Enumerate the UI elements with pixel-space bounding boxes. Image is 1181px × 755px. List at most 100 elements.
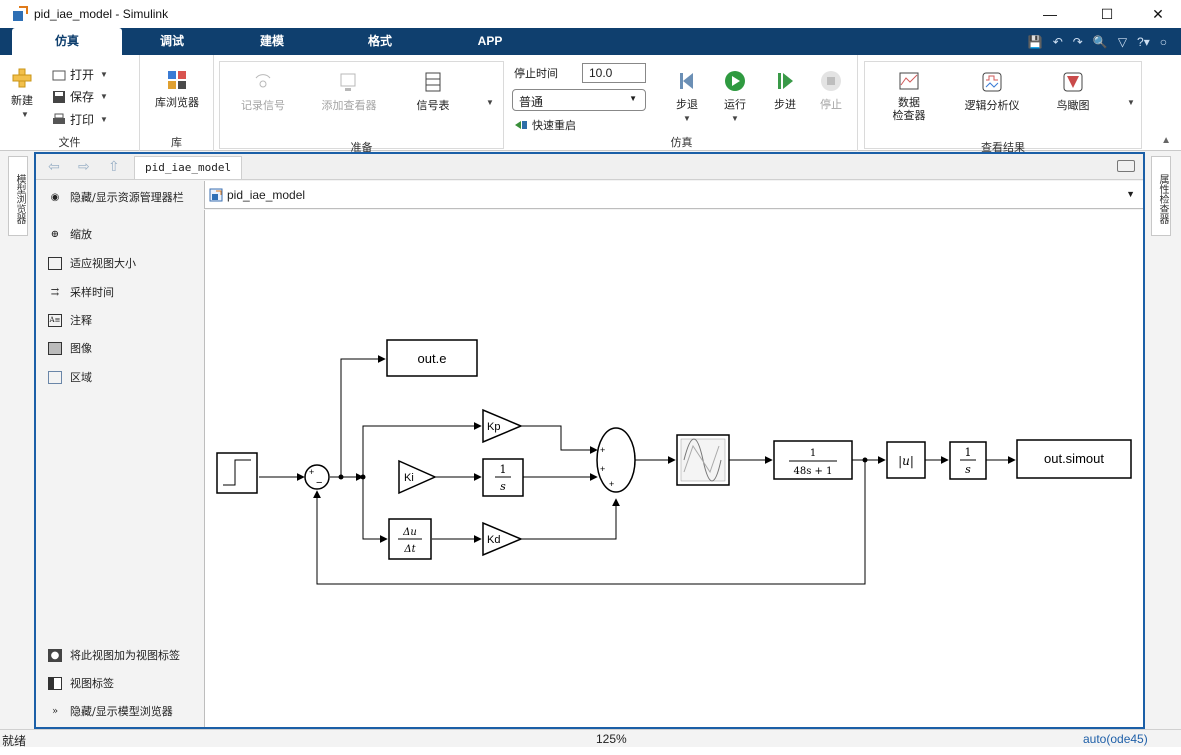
- tab-modeling[interactable]: 建模: [222, 28, 322, 55]
- window-title: pid_iae_model - Simulink: [34, 7, 169, 21]
- library-group: 库浏览器 库: [140, 55, 214, 151]
- redo-icon[interactable]: ↷: [1073, 35, 1083, 49]
- diagram-canvas[interactable]: + − out.e Kp Ki 1 s Δu Δt Kd + + + 1 48s…: [204, 210, 1143, 727]
- solver-status[interactable]: auto(ode45): [1083, 732, 1148, 746]
- model-tab[interactable]: pid_iae_model: [134, 156, 243, 179]
- sum2-sign-2: +: [600, 464, 605, 474]
- tab-format[interactable]: 格式: [330, 28, 430, 55]
- toggle-explorer-bar[interactable]: ◉ 隐藏/显示资源管理器栏: [48, 189, 184, 205]
- area-tool[interactable]: 区域: [48, 369, 92, 385]
- tab-apps[interactable]: APP: [440, 28, 540, 55]
- step-back-icon: [680, 73, 693, 89]
- signal-shaping-block[interactable]: [676, 434, 730, 486]
- fit-to-view-tool[interactable]: 适应视图大小: [48, 255, 136, 271]
- ki-gain-block[interactable]: Ki: [398, 459, 437, 495]
- abs-label: |u|: [898, 454, 914, 468]
- maximize-button[interactable]: ☐: [1084, 0, 1130, 28]
- stop-button[interactable]: 停止: [816, 69, 846, 112]
- up-arrow-icon[interactable]: ⇧: [108, 158, 120, 175]
- abs-block[interactable]: |u|: [886, 441, 926, 479]
- birds-eye-icon: [1063, 72, 1083, 92]
- library-browser-icon: [168, 71, 186, 89]
- back-arrow-icon[interactable]: ⇦: [48, 158, 60, 175]
- signal-table-button[interactable]: 信号表: [408, 70, 458, 113]
- path-dropdown-icon[interactable]: ▼: [1126, 189, 1135, 199]
- property-inspector-strip[interactable]: 属性检查器: [1151, 156, 1171, 236]
- simulation-mode-select[interactable]: 普通 ▼: [512, 89, 646, 111]
- tab-simulation[interactable]: 仿真: [12, 28, 122, 55]
- integrator-block-2[interactable]: 1 s: [949, 441, 987, 480]
- zoom-tool[interactable]: ⊕ 缩放: [48, 226, 92, 242]
- logic-analyzer-button[interactable]: 逻辑分析仪: [957, 70, 1027, 113]
- out-simout-block[interactable]: out.simout: [1016, 439, 1132, 479]
- step-block[interactable]: [216, 452, 258, 494]
- kp-gain-block[interactable]: Kp: [482, 408, 523, 444]
- sum-block-pid[interactable]: + + +: [596, 427, 636, 493]
- birds-eye-button[interactable]: 鸟瞰图: [1045, 70, 1101, 113]
- close-button[interactable]: ✕: [1135, 0, 1181, 28]
- view-marks-icon: [48, 676, 62, 690]
- keyboard-icon[interactable]: [1117, 160, 1135, 172]
- open-button[interactable]: 打开 ▼: [52, 66, 108, 83]
- run-icon: [725, 71, 745, 91]
- new-button[interactable]: 新建 ▼: [6, 67, 38, 120]
- out-simout-label: out.simout: [1044, 451, 1104, 466]
- tab-debug[interactable]: 调试: [122, 28, 222, 55]
- toggle-model-browser-button[interactable]: » 隐藏/显示模型浏览器: [48, 703, 173, 719]
- minimize-button[interactable]: —: [1027, 0, 1073, 28]
- library-group-label: 库: [171, 137, 182, 149]
- undo-icon[interactable]: ↶: [1053, 35, 1063, 49]
- title-bar: pid_iae_model - Simulink — ☐ ✕: [0, 0, 1181, 28]
- help-icon[interactable]: ?▾: [1137, 35, 1150, 49]
- logic-analyzer-icon: [982, 72, 1002, 92]
- prepare-expand-button[interactable]: ▼: [482, 96, 498, 108]
- record-signal-button[interactable]: 记录信号: [234, 70, 292, 113]
- model-path-bar[interactable]: pid_iae_model ▼: [204, 181, 1143, 209]
- model-browser-strip[interactable]: 模型浏览器: [8, 156, 28, 236]
- kd-gain-block[interactable]: Kd: [482, 521, 523, 557]
- sample-time-tool[interactable]: ⇉ 采样时间: [48, 284, 114, 300]
- annotation-tool[interactable]: A≡ 注释: [48, 312, 92, 328]
- ribbon: 新建▼ 打开▼ 保存▼ 打印▼ 文件 库浏览器 库 记录信号 添加查看器: [0, 55, 1181, 154]
- collapse-ribbon-icon[interactable]: ▲: [1161, 135, 1171, 146]
- model-path: pid_iae_model: [227, 188, 306, 202]
- stop-time-label: 停止时间: [514, 68, 558, 80]
- kp-label: Kp: [487, 421, 500, 433]
- zoom-level: 125%: [596, 732, 627, 746]
- printer-icon: [53, 113, 65, 124]
- add-viewer-button[interactable]: 添加查看器: [316, 70, 382, 113]
- simulink-app-icon: [12, 6, 28, 22]
- derivative-numerator: Δu: [402, 527, 417, 538]
- collapse-ribbon-icon[interactable]: ○: [1160, 35, 1167, 49]
- tf-numerator: 1: [810, 448, 816, 459]
- save-button[interactable]: 保存 ▼: [52, 88, 108, 105]
- step-forward-button[interactable]: 步进: [770, 69, 800, 112]
- view-marks-button[interactable]: 视图标签: [48, 675, 114, 691]
- sum-block-error[interactable]: + −: [304, 464, 330, 490]
- stop-time-input[interactable]: 10.0: [582, 63, 646, 83]
- image-tool[interactable]: 图像: [48, 340, 92, 356]
- run-button[interactable]: 运行 ▼: [720, 69, 750, 124]
- search-icon[interactable]: 🔍: [1093, 35, 1108, 49]
- forward-arrow-icon[interactable]: ⇨: [78, 158, 90, 175]
- integrator-block[interactable]: 1 s: [482, 458, 524, 497]
- print-button[interactable]: 打印 ▼: [52, 111, 108, 128]
- out-e-label: out.e: [418, 351, 447, 366]
- save-icon[interactable]: 💾: [1028, 35, 1043, 49]
- step-back-button[interactable]: 步退 ▼: [672, 69, 702, 124]
- results-expand-button[interactable]: ▼: [1123, 96, 1139, 108]
- model-icon: [209, 188, 223, 202]
- fast-restart-button[interactable]: 快速重启: [514, 117, 576, 133]
- library-browser-button[interactable]: 库浏览器: [144, 69, 210, 110]
- zoom-menu-icon[interactable]: ▽: [1118, 35, 1127, 49]
- viewer-icon: [340, 73, 356, 91]
- data-inspector-button[interactable]: 数据 检查器: [879, 70, 939, 123]
- derivative-block[interactable]: Δu Δt: [388, 518, 432, 560]
- transfer-function-block[interactable]: 1 48s + 1: [773, 440, 853, 480]
- open-folder-icon: [52, 70, 66, 80]
- add-view-mark-button[interactable]: ● 将此视图加为视图标签: [48, 647, 180, 663]
- kd-label: Kd: [487, 534, 500, 546]
- integrator2-denominator: s: [965, 463, 971, 476]
- out-e-block[interactable]: out.e: [386, 339, 478, 377]
- signal-table-icon: [425, 72, 441, 92]
